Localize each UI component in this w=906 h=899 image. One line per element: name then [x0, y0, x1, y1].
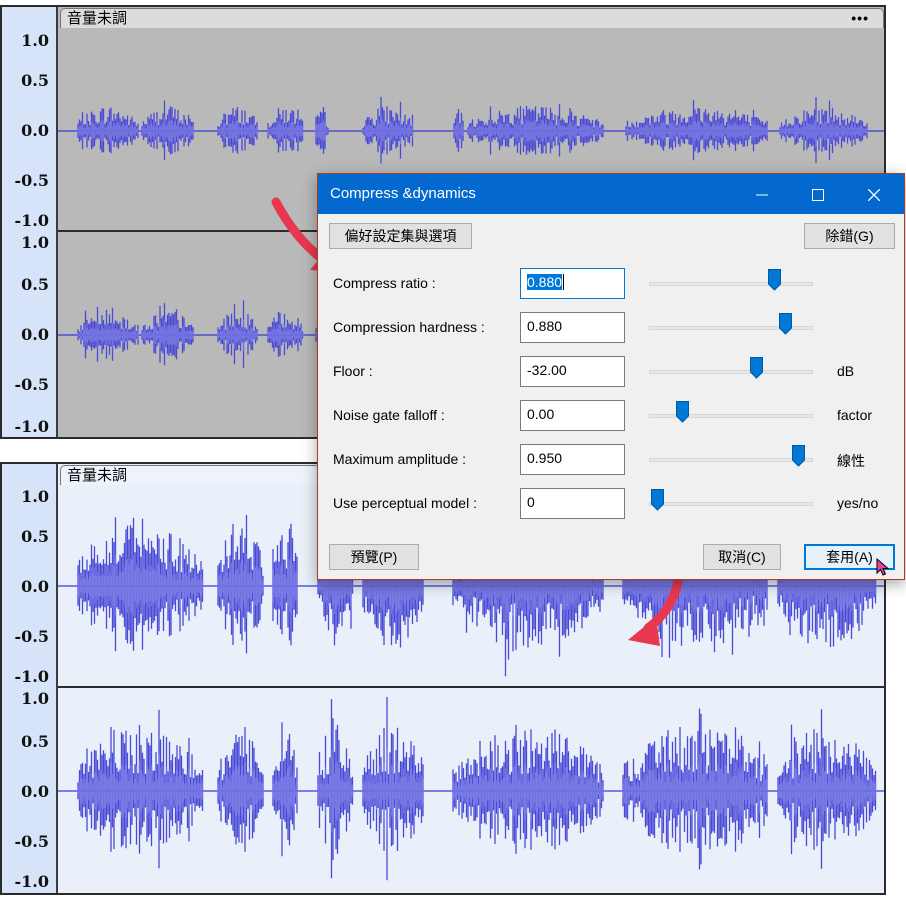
- compression-hardness-label: Compression hardness :: [333, 319, 485, 335]
- compression-hardness-input[interactable]: 0.880: [520, 312, 625, 343]
- dialog-title: Compress &dynamics: [330, 185, 476, 202]
- maximize-icon[interactable]: [790, 174, 846, 214]
- compress-ratio-label: Compress ratio :: [333, 275, 436, 291]
- slider-thumb[interactable]: [675, 401, 689, 423]
- floor-input[interactable]: -32.00: [520, 356, 625, 387]
- slider-thumb[interactable]: [779, 313, 793, 335]
- maximum-amplitude-input[interactable]: 0.950: [520, 444, 625, 475]
- dialog-titlebar[interactable]: Compress &dynamics: [318, 174, 904, 214]
- floor-unit: dB: [837, 363, 855, 379]
- selected-text: 0.880: [527, 274, 563, 290]
- maximum-amplitude-label: Maximum amplitude :: [333, 451, 467, 467]
- floor-label: Floor :: [333, 363, 373, 379]
- noise-gate-falloff-input[interactable]: 0.00: [520, 400, 625, 431]
- slider-thumb[interactable]: [749, 357, 763, 379]
- debug-button[interactable]: 除錯(G): [804, 223, 895, 249]
- perceptual-model-slider[interactable]: [649, 502, 813, 506]
- compress-ratio-input[interactable]: 0.880: [520, 268, 625, 299]
- compress-dynamics-dialog: Compress &dynamics 偏好設定集與選項 除錯(G) Compre…: [317, 173, 905, 580]
- arrow-head: [628, 617, 660, 646]
- floor-slider[interactable]: [649, 370, 813, 374]
- preview-button[interactable]: 預覽(P): [329, 544, 419, 570]
- minimize-icon[interactable]: [734, 174, 790, 214]
- slider-thumb[interactable]: [651, 489, 665, 511]
- maximum-amplitude-unit: 線性: [837, 453, 865, 469]
- close-icon[interactable]: [846, 174, 902, 214]
- compress-ratio-slider[interactable]: [649, 282, 813, 286]
- slider-thumb[interactable]: [767, 269, 781, 291]
- perceptual-model-unit: yes/no: [837, 495, 879, 511]
- presets-button[interactable]: 偏好設定集與選項: [329, 223, 472, 249]
- noise-gate-falloff-unit: factor: [837, 407, 873, 423]
- perceptual-model-input[interactable]: 0: [520, 488, 625, 519]
- slider-thumb[interactable]: [792, 445, 806, 467]
- text-caret: [563, 274, 565, 290]
- noise-gate-falloff-label: Noise gate falloff :: [333, 407, 445, 423]
- maximum-amplitude-slider[interactable]: [649, 458, 813, 462]
- noise-gate-falloff-slider[interactable]: [649, 414, 813, 418]
- perceptual-model-label: Use perceptual model :: [333, 495, 477, 511]
- cancel-button[interactable]: 取消(C): [703, 544, 781, 570]
- mouse-pointer-icon: [876, 558, 890, 576]
